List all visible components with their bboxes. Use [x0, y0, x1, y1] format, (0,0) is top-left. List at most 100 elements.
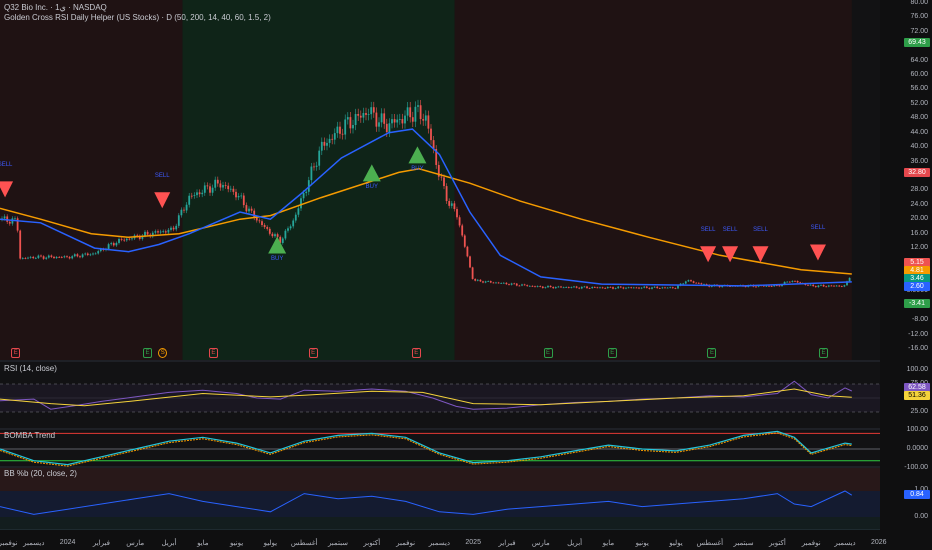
candle-body — [203, 185, 206, 193]
chart-canvas[interactable] — [0, 0, 932, 550]
price-axis-label: -16.00 — [908, 344, 928, 352]
candle-body — [245, 205, 248, 212]
candle-body — [346, 117, 349, 120]
time-axis-label: فبراير — [92, 540, 110, 547]
price-tag: 69.43 — [904, 38, 930, 47]
candle-body — [554, 287, 557, 289]
candle-body — [112, 243, 115, 246]
candle-body — [331, 138, 334, 140]
candle-body — [201, 192, 204, 195]
candle-body — [497, 282, 500, 284]
candle-body — [677, 285, 679, 289]
bb-tag: 0.84 — [904, 490, 930, 499]
candle-body — [315, 165, 318, 167]
candle-body — [469, 256, 471, 268]
candle-body — [521, 284, 523, 286]
candle-body — [255, 217, 258, 221]
time-axis-label: أبريل — [567, 540, 583, 547]
candle-body — [640, 287, 643, 289]
rsi-tag: 51.36 — [904, 391, 930, 400]
candle-body — [352, 125, 354, 129]
candle-body — [549, 285, 552, 288]
candle-body — [674, 288, 677, 289]
candle-body — [796, 281, 799, 283]
price-axis-label: 76.00 — [910, 13, 928, 21]
candle-body — [523, 284, 526, 286]
candle-body — [593, 287, 596, 288]
candle-body — [318, 150, 321, 166]
candle-body — [167, 229, 170, 233]
candle-body — [653, 286, 656, 288]
candle-body — [570, 287, 573, 288]
buy-signal-label: BUY — [411, 166, 424, 173]
candle-body — [630, 287, 633, 289]
candle-body — [445, 186, 448, 202]
candle-body — [825, 286, 828, 288]
candle-body — [492, 282, 495, 284]
candle-body — [547, 285, 549, 288]
earnings-event-marker: E — [707, 348, 717, 358]
candle-body — [848, 277, 851, 282]
candle-body — [588, 288, 591, 289]
candle-body — [3, 216, 6, 219]
candle-body — [536, 286, 539, 287]
candle-body — [60, 257, 63, 258]
candle-body — [635, 287, 638, 289]
candle-body — [788, 281, 791, 283]
candle-body — [89, 254, 92, 256]
price-axis-label: 44.00 — [910, 128, 928, 136]
time-axis-label: أكتوبر — [363, 540, 381, 547]
candle-body — [268, 228, 271, 234]
candle-body — [227, 185, 230, 190]
earnings-event-marker: E — [411, 348, 421, 358]
candle-body — [219, 183, 222, 188]
candle-body — [661, 287, 664, 289]
price-axis-label: 56.00 — [910, 85, 928, 93]
candle-body — [487, 281, 490, 282]
candle-body — [224, 185, 227, 186]
earnings-event-marker: E — [819, 348, 829, 358]
candle-body — [586, 286, 588, 289]
candle-body — [305, 191, 308, 194]
candle-body — [827, 285, 830, 287]
candle-body — [50, 255, 53, 257]
candle-body — [583, 286, 586, 288]
bb-upper-zone — [0, 468, 880, 491]
candle-body — [838, 285, 841, 287]
candle-body — [375, 112, 378, 127]
time-axis-label: 2026 — [871, 539, 887, 546]
candle-body — [466, 246, 469, 257]
candle-body — [614, 288, 617, 289]
candle-body — [424, 115, 427, 121]
candle-body — [833, 285, 835, 287]
time-axis-label: نوفمبر — [396, 540, 416, 547]
time-axis-label: نوفمبر — [801, 540, 821, 547]
time-axis-label: يوليو — [669, 540, 683, 547]
candle-body — [489, 281, 492, 283]
candle-body — [274, 234, 276, 237]
candle-body — [427, 115, 430, 129]
candle-body — [612, 287, 614, 289]
candle-body — [474, 278, 477, 281]
candle-body — [216, 179, 219, 184]
candle-body — [198, 192, 201, 195]
sell-signal-label: SELL — [700, 227, 716, 234]
candle-body — [190, 195, 193, 197]
candle-body — [71, 256, 74, 259]
candle-body — [578, 287, 581, 289]
candle-body — [63, 256, 66, 258]
candle-body — [68, 257, 71, 259]
price-axis-label: 72.00 — [910, 27, 928, 35]
candle-body — [385, 123, 388, 133]
candle-body — [627, 287, 630, 289]
earnings-event-marker: E — [607, 348, 617, 358]
rsi-axis-label: 100.00 — [906, 366, 928, 373]
candle-body — [289, 226, 292, 229]
candle-body — [170, 227, 172, 230]
candle-body — [669, 287, 672, 289]
time-axis-label: نوفمبر — [0, 540, 18, 547]
candle-body — [461, 225, 464, 236]
candle-body — [562, 287, 565, 289]
price-axis-label: 20.00 — [910, 215, 928, 223]
time-axis-label: مايو — [197, 540, 209, 547]
